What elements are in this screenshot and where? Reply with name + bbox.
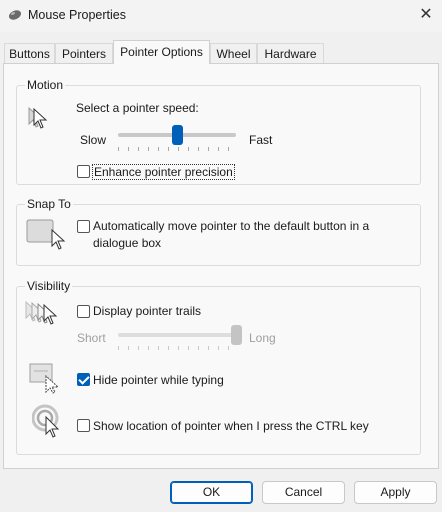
- tab-hardware[interactable]: Hardware: [257, 43, 324, 63]
- enhance-precision-text: Enhance pointer precision: [92, 164, 235, 180]
- pointer-trails-checkbox[interactable]: [77, 305, 90, 318]
- enhance-precision-label: Enhance pointer precision: [92, 164, 235, 180]
- long-label: Long: [249, 331, 276, 345]
- show-location-label: Show location of pointer when I press th…: [93, 419, 369, 433]
- snap-to-group: Snap To: [16, 197, 421, 266]
- trail-length-track: [118, 333, 236, 337]
- tab-strip: Buttons Pointers Pointer Options Wheel H…: [0, 40, 442, 64]
- tab-pointer-options[interactable]: Pointer Options: [113, 40, 210, 64]
- apply-button[interactable]: Apply: [354, 481, 437, 504]
- pointer-speed-icon: [28, 106, 50, 133]
- trail-length-ticks: [118, 346, 238, 350]
- cancel-button[interactable]: Cancel: [262, 481, 345, 504]
- pointer-trails-label: Display pointer trails: [93, 304, 202, 318]
- pointer-speed-label: Select a pointer speed:: [76, 101, 199, 115]
- fast-label: Fast: [249, 133, 273, 147]
- trail-length-slider[interactable]: [231, 325, 242, 345]
- pointer-speed-ticks: [118, 147, 238, 151]
- enhance-precision-checkbox[interactable]: [77, 165, 90, 178]
- mouse-icon: [8, 9, 22, 24]
- tab-pointers[interactable]: Pointers: [55, 43, 113, 63]
- ok-button[interactable]: OK: [170, 481, 253, 504]
- hide-while-typing-checkbox[interactable]: [77, 373, 90, 386]
- hide-while-typing-icon: [28, 362, 68, 397]
- pointer-trails-icon: [24, 300, 68, 333]
- short-label: Short: [77, 331, 106, 345]
- show-location-icon: [31, 404, 66, 443]
- tab-wheel[interactable]: Wheel: [210, 43, 257, 63]
- snap-to-label-line1: Automatically move pointer to the defaul…: [93, 219, 370, 233]
- snap-to-default-icon: [26, 218, 66, 253]
- motion-group-label: Motion: [25, 78, 66, 92]
- window-title: Mouse Properties: [28, 8, 126, 22]
- visibility-group-label: Visibility: [25, 279, 73, 293]
- pointer-speed-slider[interactable]: [172, 125, 183, 145]
- snap-to-checkbox[interactable]: [77, 220, 90, 233]
- hide-while-typing-label: Hide pointer while typing: [93, 373, 224, 387]
- slow-label: Slow: [80, 133, 107, 147]
- close-button[interactable]: ✕: [410, 0, 442, 30]
- title-bar: Mouse Properties ✕: [0, 0, 442, 32]
- show-location-checkbox[interactable]: [77, 419, 90, 432]
- snap-to-label-line2: dialogue box: [93, 236, 162, 250]
- snap-to-group-label: Snap To: [25, 197, 73, 211]
- tab-buttons[interactable]: Buttons: [4, 43, 55, 63]
